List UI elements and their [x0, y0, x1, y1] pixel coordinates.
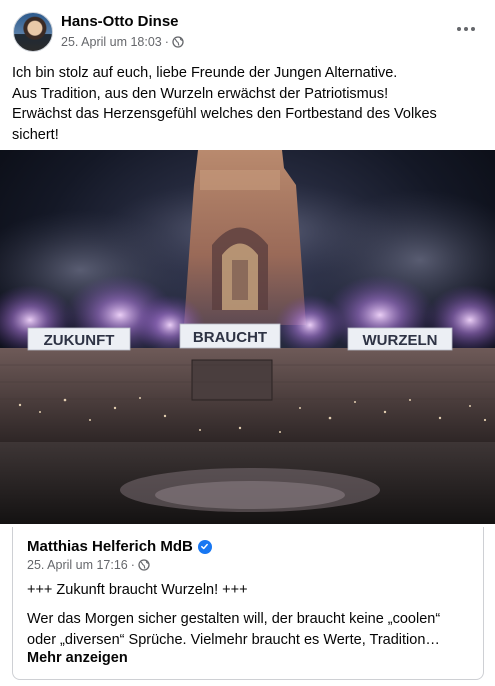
post-author-name[interactable]: Hans-Otto Dinse	[61, 13, 179, 30]
ellipsis-icon	[457, 27, 461, 31]
shared-body-line: Wer das Morgen sicher gestalten will, de…	[27, 611, 441, 627]
ellipsis-icon	[471, 27, 475, 31]
post-header: Hans-Otto Dinse 25. April um 18:03 ·	[0, 0, 495, 60]
more-options-button[interactable]	[453, 18, 479, 40]
post-text-line: Ich bin stolz auf euch, liebe Freunde de…	[12, 65, 398, 81]
post-text-line: Aus Tradition, aus den Wurzeln erwächst …	[12, 85, 389, 102]
shared-post-card[interactable]: Matthias Helferich MdB 25. April um 17:1…	[12, 527, 484, 680]
post-photo[interactable]: ZUKUNFT BRAUCHT WURZELN	[0, 150, 495, 524]
banner-braucht: BRAUCHT	[193, 329, 267, 346]
post-text-line: sichert!	[12, 126, 59, 143]
monument-photo-illustration: ZUKUNFT BRAUCHT WURZELN	[0, 150, 495, 524]
shared-author-name[interactable]: Matthias Helferich MdB	[27, 538, 193, 555]
shared-headline: +++ Zukunft braucht Wurzeln! +++	[27, 582, 248, 598]
globe-icon	[172, 36, 184, 48]
shared-timestamp[interactable]: 25. April um 17:16	[27, 558, 128, 572]
post-meta: 25. April um 18:03 ·	[61, 35, 184, 49]
shared-author: Matthias Helferich MdB	[27, 538, 212, 555]
avatar[interactable]	[13, 12, 53, 52]
see-more-link[interactable]: Mehr anzeigen	[27, 650, 128, 666]
shared-meta: 25. April um 17:16 ·	[27, 558, 150, 572]
shared-body: Wer das Morgen sicher gestalten will, de…	[27, 609, 479, 650]
ellipsis-icon	[464, 27, 468, 31]
meta-separator: ·	[164, 35, 169, 49]
post-text-line: Erwächst das Herzensgefühl welches den F…	[12, 106, 437, 122]
shared-body-line: oder „diversen“ Sprüche. Vielmehr brauch…	[27, 631, 440, 648]
meta-separator: ·	[130, 558, 135, 572]
banner-zukunft: ZUKUNFT	[44, 332, 115, 349]
verified-badge-icon	[197, 539, 212, 554]
globe-icon	[138, 559, 150, 571]
banner-wurzeln: WURZELN	[363, 332, 438, 349]
post-timestamp[interactable]: 25. April um 18:03	[61, 35, 162, 49]
post-text: Ich bin stolz auf euch, liebe Freunde de…	[12, 63, 482, 145]
